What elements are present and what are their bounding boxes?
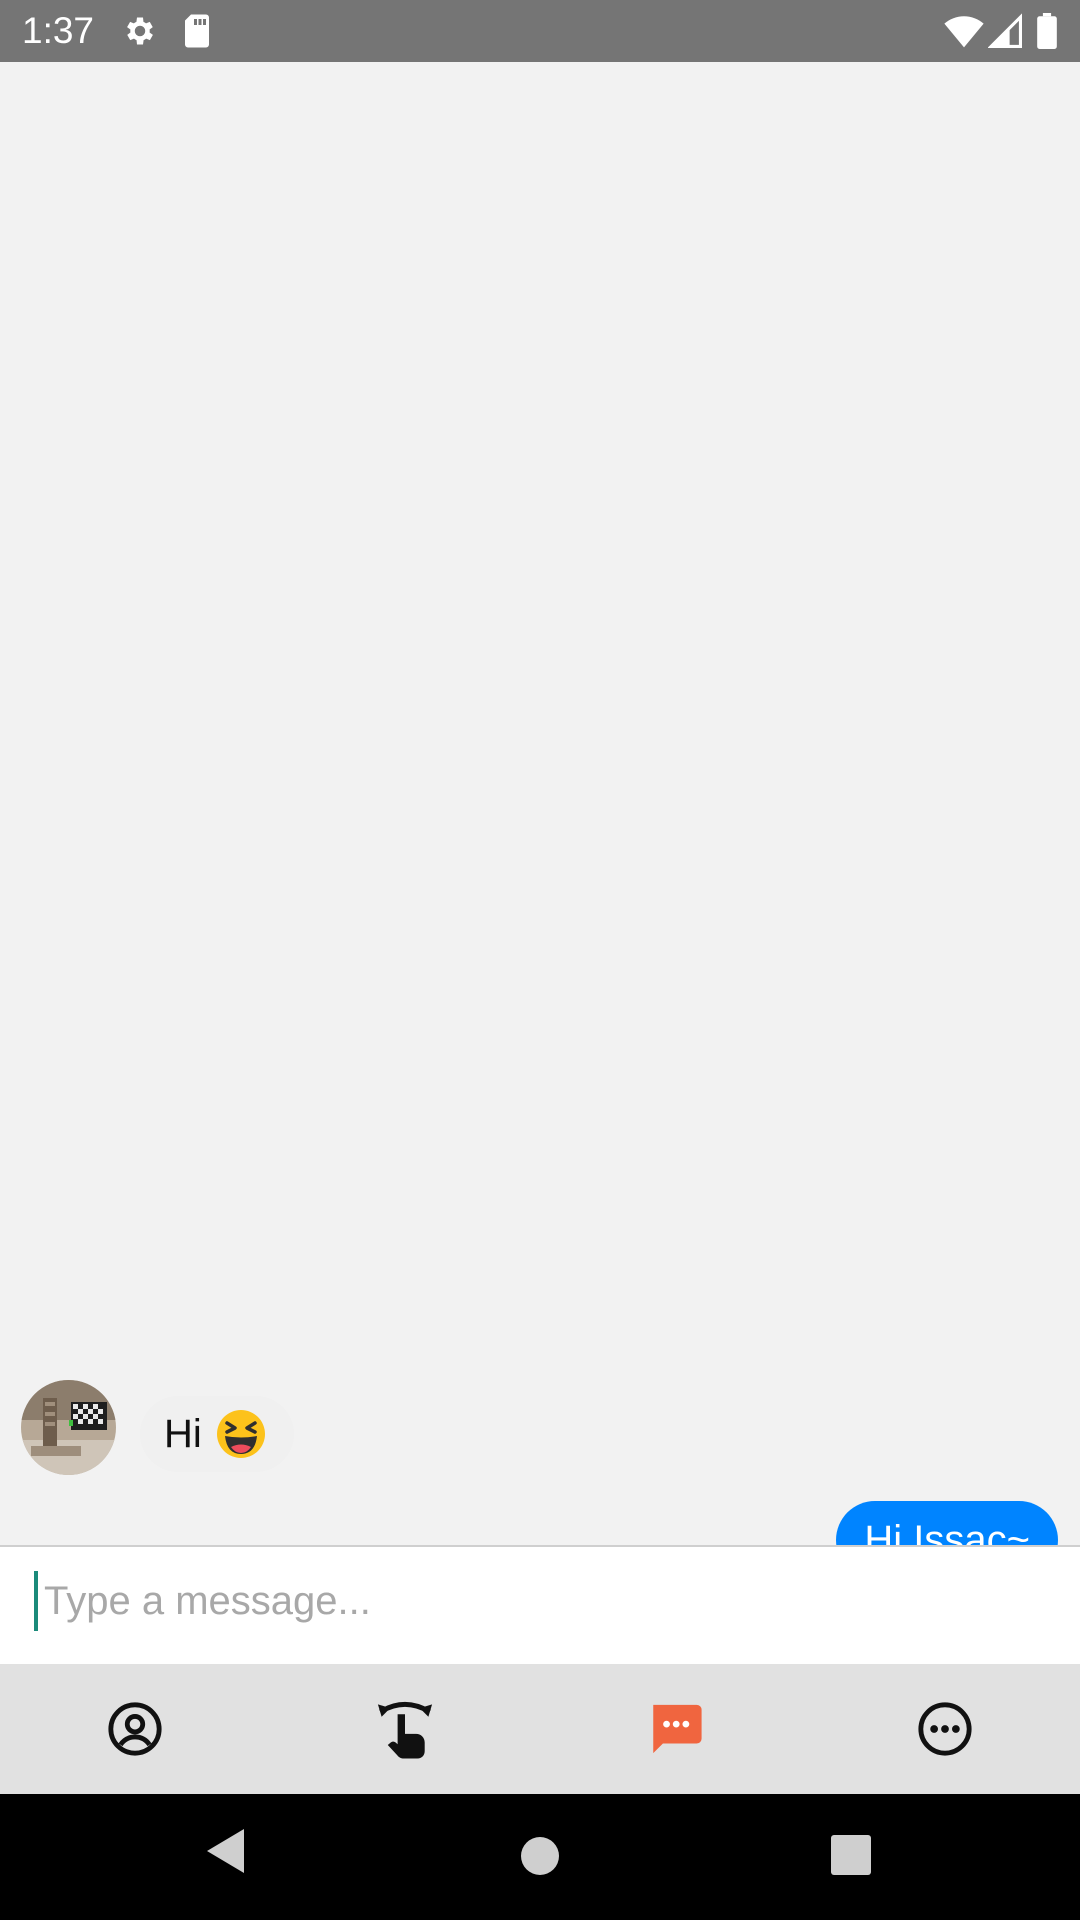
status-time: 1:37 [22,10,95,51]
settings-gear-icon [127,17,153,45]
more-horizontal-icon [918,1702,972,1756]
wifi-icon [944,16,984,48]
message-input[interactable] [34,1571,1054,1631]
tab-swipe[interactable] [270,1664,540,1794]
tab-more[interactable] [810,1664,1080,1794]
battery-icon [1037,13,1057,49]
status-bar: 1:37 [0,0,1080,62]
chat-message-list[interactable]: Hi Hi Issac~ [0,62,1080,1579]
swipe-gesture-icon [377,1701,433,1759]
message-composer [0,1545,1080,1666]
tab-chat[interactable] [540,1664,810,1794]
system-navigation-bar [0,1794,1080,1920]
bottom-tab-bar [0,1664,1080,1794]
home-icon[interactable] [520,1836,560,1876]
chat-screen: 1:37 Hi Hi Issac~ Type a message... [0,0,1080,1920]
incoming-message-bubble[interactable]: Hi [140,1396,294,1472]
incoming-message-text: Hi [164,1411,202,1456]
contact-avatar[interactable] [21,1380,116,1475]
laughing-face-emoji [216,1410,265,1458]
tab-profile[interactable] [0,1664,270,1794]
recents-icon[interactable] [830,1834,872,1876]
chat-bubble-icon [653,1704,702,1754]
account-circle-icon [108,1702,162,1756]
signal-icon [988,13,1022,48]
sd-card-icon [185,14,209,48]
back-icon[interactable] [204,1826,248,1876]
